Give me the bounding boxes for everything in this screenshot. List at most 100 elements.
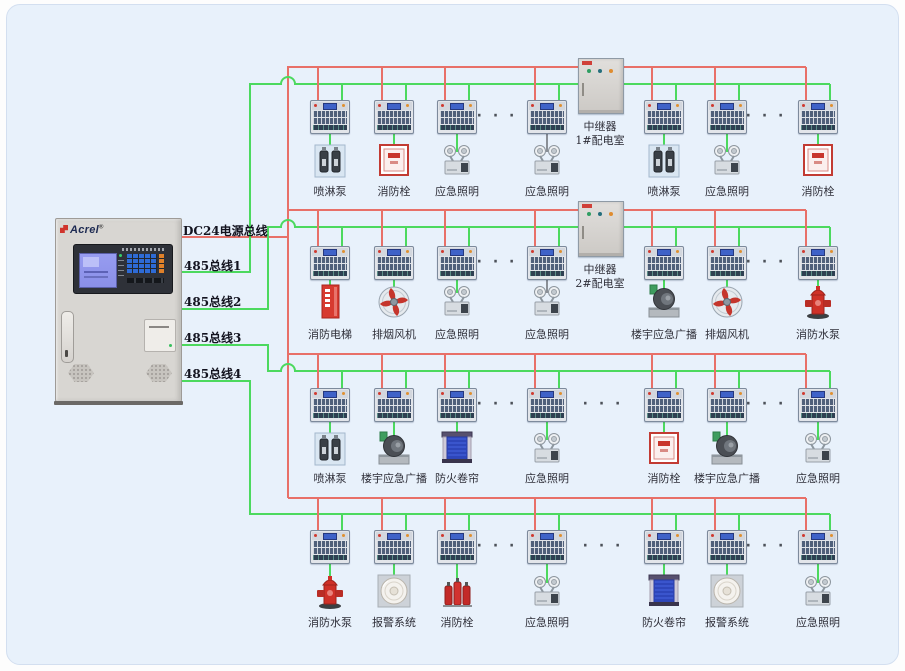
fire-pump-icon xyxy=(310,573,350,611)
device-module xyxy=(374,530,414,564)
device-module xyxy=(437,100,477,134)
device-module xyxy=(644,246,684,280)
function-keys xyxy=(159,254,164,273)
bus-label-dc24: DC24电源总线 xyxy=(183,222,268,239)
device-label: 应急照明 xyxy=(525,614,569,630)
smoke-fan-icon xyxy=(707,283,747,321)
emergency-light-icon xyxy=(527,142,567,180)
bus-label-485-3: 485总线3 xyxy=(184,329,241,346)
brand-text: Acrel xyxy=(70,224,99,236)
device-module xyxy=(310,100,350,134)
extinguishers-icon xyxy=(437,573,477,611)
device-module xyxy=(527,530,567,564)
cabinet-base xyxy=(54,401,183,405)
sprinkler-pump-icon xyxy=(644,142,684,180)
repeater-label: 2#配电室 xyxy=(575,275,624,291)
emergency-light-icon xyxy=(527,283,567,321)
repeater-led xyxy=(609,212,613,216)
indicator-leds xyxy=(118,254,125,280)
emergency-light-icon xyxy=(798,430,838,468)
device-label: 消防栓 xyxy=(378,183,411,199)
device-module xyxy=(527,388,567,422)
device-module xyxy=(310,246,350,280)
repeater-led xyxy=(587,212,591,216)
alarm-icon xyxy=(707,573,747,611)
device-label: 应急照明 xyxy=(525,183,569,199)
device-label: 消防水泵 xyxy=(308,614,352,630)
device-module xyxy=(707,388,747,422)
repeater-led xyxy=(609,69,613,73)
device-label: 消防栓 xyxy=(441,614,474,630)
ellipsis-dots: · · · xyxy=(477,108,518,124)
device-module xyxy=(798,388,838,422)
power-led xyxy=(119,254,122,257)
lcd-screen xyxy=(79,253,117,288)
ellipsis-dots: · · · xyxy=(477,538,518,554)
device-label: 楼宇应急广播 xyxy=(694,470,760,486)
device-module xyxy=(707,100,747,134)
ellipsis-dots: · · · xyxy=(746,108,787,124)
device-label: 排烟风机 xyxy=(372,326,416,342)
shutter-icon xyxy=(437,430,477,468)
device-module xyxy=(374,388,414,422)
device-label: 喷淋泵 xyxy=(314,183,347,199)
alarm-icon xyxy=(374,573,414,611)
device-label: 排烟风机 xyxy=(705,326,749,342)
emergency-light-icon xyxy=(527,430,567,468)
broadcast-icon xyxy=(644,283,684,321)
smoke-fan-icon xyxy=(374,283,414,321)
device-label: 报警系统 xyxy=(705,614,749,630)
device-label: 应急照明 xyxy=(796,614,840,630)
device-module xyxy=(798,530,838,564)
device-module xyxy=(374,100,414,134)
panel-printer xyxy=(144,319,176,352)
device-label: 应急照明 xyxy=(705,183,749,199)
device-module xyxy=(527,246,567,280)
device-label: 防火卷帘 xyxy=(642,614,686,630)
hydrant-cabinet-icon xyxy=(798,142,838,180)
acrel-logo: Acrel® xyxy=(60,224,104,236)
emergency-light-icon xyxy=(527,573,567,611)
bus-label-485-2: 485总线2 xyxy=(184,293,241,310)
repeater-handle xyxy=(582,83,584,96)
shutter-icon xyxy=(644,573,684,611)
device-label: 楼宇应急广播 xyxy=(361,470,427,486)
broadcast-icon xyxy=(707,430,747,468)
repeater-led xyxy=(598,69,602,73)
device-label: 消防栓 xyxy=(802,183,835,199)
sprinkler-pump-icon xyxy=(310,430,350,468)
bus-label-485-4: 485总线4 xyxy=(184,365,241,382)
device-module xyxy=(644,530,684,564)
device-module xyxy=(437,388,477,422)
repeater-cabinet xyxy=(578,58,624,114)
system-diagram: Acrel® DC24电源总线 485总线1 485总线2 485总线3 485… xyxy=(0,0,905,671)
sprinkler-pump-icon xyxy=(310,142,350,180)
repeater-label-chip xyxy=(582,61,592,65)
device-label: 防火卷帘 xyxy=(435,470,479,486)
device-module xyxy=(310,388,350,422)
device-label: 报警系统 xyxy=(372,614,416,630)
panel-title-strip xyxy=(122,248,164,251)
device-label: 喷淋泵 xyxy=(314,470,347,486)
repeater-handle xyxy=(582,226,584,239)
emergency-light-icon xyxy=(437,142,477,180)
emergency-light-icon xyxy=(798,573,838,611)
ellipsis-dots: · · · xyxy=(477,254,518,270)
registered-mark: ® xyxy=(99,224,104,230)
fire-elevator-icon xyxy=(310,283,350,321)
ellipsis-dots: · · · xyxy=(583,538,624,554)
repeater-label-chip xyxy=(582,204,592,208)
device-label: 应急照明 xyxy=(525,326,569,342)
device-label: 消防水泵 xyxy=(796,326,840,342)
device-label: 应急照明 xyxy=(796,470,840,486)
rs485-bus3-line xyxy=(180,345,830,371)
repeater-led xyxy=(598,212,602,216)
hydrant-cabinet-icon xyxy=(374,142,414,180)
device-label: 应急照明 xyxy=(435,326,479,342)
speaker-grille xyxy=(146,364,172,382)
repeater-label: 1#配电室 xyxy=(575,132,624,148)
device-module xyxy=(644,388,684,422)
emergency-light-icon xyxy=(437,283,477,321)
speaker-grille xyxy=(68,364,94,382)
bus-label-485-1: 485总线1 xyxy=(184,257,241,274)
